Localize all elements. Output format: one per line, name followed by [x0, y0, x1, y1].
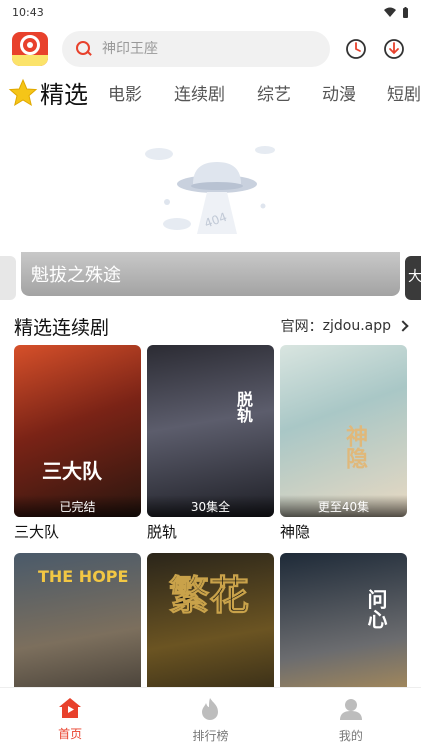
- clock-icon: [346, 39, 366, 59]
- banner-prev-peek[interactable]: [0, 256, 16, 300]
- tab-movies[interactable]: 电影: [108, 80, 142, 105]
- official-site-link[interactable]: 官网： zjdou.app: [280, 316, 409, 336]
- drama-poster[interactable]: 三大队 已完结: [14, 345, 141, 517]
- tab-short-drama[interactable]: 短剧: [387, 80, 421, 105]
- category-tabs: 精选 电影 连续剧 综艺 动漫 短剧: [0, 74, 421, 114]
- nav-home[interactable]: 首页: [0, 688, 140, 749]
- tab-featured[interactable]: 精选: [40, 75, 88, 110]
- link-prefix: 官网：: [280, 319, 323, 335]
- banner-title: 魁拔之殊途: [31, 265, 121, 286]
- drama-poster[interactable]: 神隐 更至40集: [280, 345, 407, 517]
- poster-title-art: 神隐: [342, 425, 367, 469]
- status-bar: 10:43: [0, 0, 421, 24]
- history-button[interactable]: [344, 37, 368, 61]
- chevron-right-icon: [397, 320, 409, 332]
- episode-badge: 更至40集: [280, 495, 407, 517]
- bottom-navigation: 首页 排行榜 我的: [0, 687, 421, 749]
- star-icon: [8, 78, 38, 107]
- poster-title-art: 三大队: [42, 459, 102, 483]
- drama-title: 神隐: [280, 523, 311, 541]
- download-button[interactable]: [382, 37, 406, 61]
- link-url: zjdou.app: [322, 318, 391, 334]
- drama-title: 三大队: [14, 523, 60, 541]
- wifi-icon: [384, 7, 396, 17]
- drama-title: 脱轨: [147, 523, 178, 541]
- nav-ranking[interactable]: 排行榜: [140, 688, 280, 749]
- search-input[interactable]: [102, 41, 302, 57]
- battery-icon: [403, 6, 408, 18]
- profile-icon: [339, 699, 362, 720]
- banner-caption: 魁拔之殊途: [21, 252, 400, 296]
- poster-title-art: 问心: [364, 589, 388, 629]
- banner-next-caption: 大: [408, 269, 421, 285]
- flame-icon: [202, 698, 219, 720]
- banner-carousel[interactable]: 404 魁拔之殊途 大: [0, 118, 421, 300]
- image-load-error-illustration: 404: [145, 146, 275, 234]
- tab-series[interactable]: 连续剧: [174, 80, 225, 105]
- poster-title-art: 繁花: [169, 573, 250, 620]
- status-time: 10:43: [12, 5, 44, 19]
- drama-card[interactable]: 神隐 更至40集 神隐: [280, 345, 407, 542]
- episode-badge: 已完结: [14, 495, 141, 517]
- tab-variety[interactable]: 综艺: [257, 80, 291, 105]
- app-logo[interactable]: [12, 32, 48, 66]
- drama-card[interactable]: 脱轨 30集全 脱轨: [147, 345, 274, 542]
- search-icon: [76, 41, 92, 57]
- banner-next-peek[interactable]: 大: [405, 256, 421, 300]
- section-title: 精选连续剧: [14, 317, 110, 339]
- download-icon: [384, 39, 404, 59]
- banner-slide[interactable]: 404 魁拔之殊途: [21, 118, 400, 296]
- drama-card[interactable]: 三大队 已完结 三大队: [14, 345, 141, 542]
- episode-badge: 30集全: [147, 495, 274, 517]
- nav-home-label: 首页: [58, 727, 83, 741]
- tab-anime[interactable]: 动漫: [322, 80, 356, 105]
- poster-title-art: 脱轨: [234, 391, 253, 423]
- home-icon: [59, 698, 82, 718]
- top-header: [0, 28, 421, 72]
- nav-profile-label: 我的: [338, 729, 363, 743]
- nav-profile[interactable]: 我的: [281, 688, 421, 749]
- drama-poster[interactable]: 脱轨 30集全: [147, 345, 274, 517]
- nav-ranking-label: 排行榜: [192, 729, 229, 743]
- poster-title-art: THE HOPE: [38, 567, 129, 586]
- search-bar[interactable]: [62, 31, 330, 67]
